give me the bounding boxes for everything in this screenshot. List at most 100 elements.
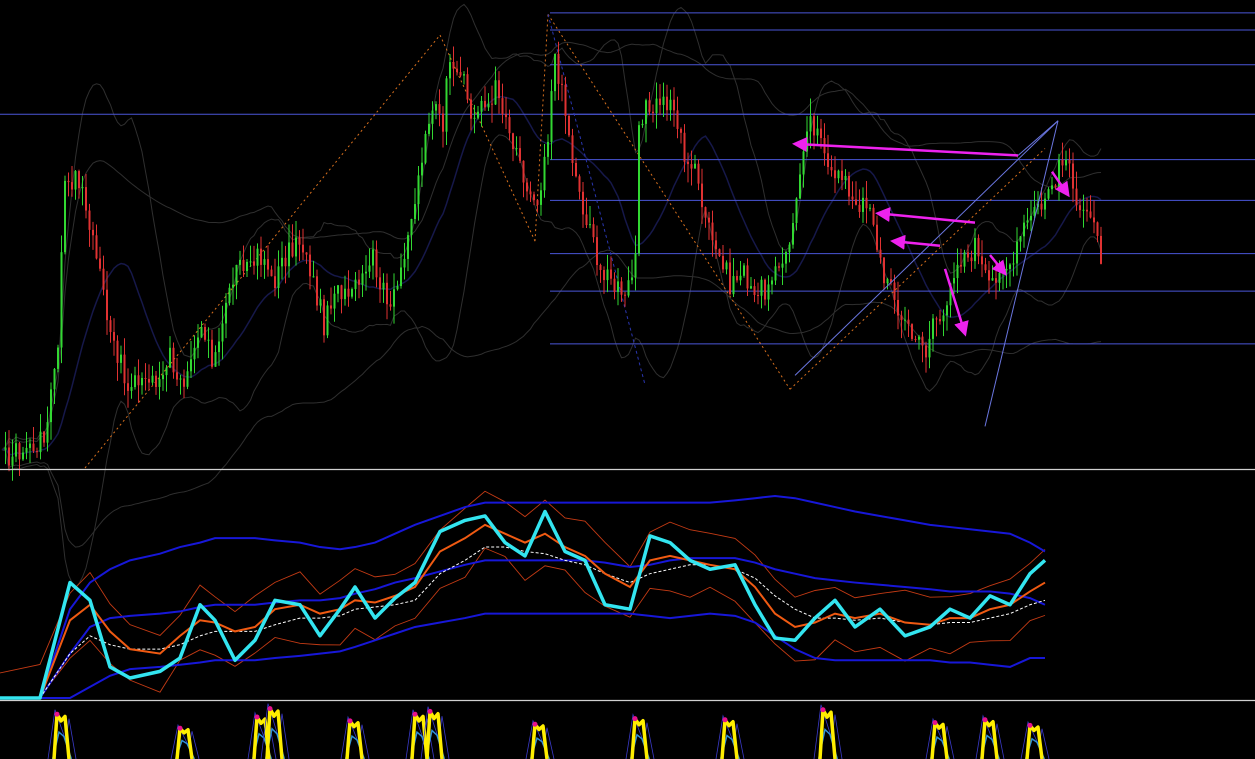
candle-body xyxy=(911,324,913,339)
candle-body xyxy=(417,175,420,205)
candle-body xyxy=(568,116,570,136)
candle-body xyxy=(1016,241,1018,264)
candle-body xyxy=(946,305,948,316)
candle-body xyxy=(575,163,577,177)
candle-body xyxy=(655,98,658,114)
candle-body xyxy=(74,171,77,190)
candle-body xyxy=(144,377,147,379)
candle-body xyxy=(473,117,476,119)
candle-body xyxy=(246,261,248,271)
candle-body xyxy=(232,284,234,288)
candle-body xyxy=(424,133,427,163)
candle-body xyxy=(347,288,350,297)
candle-body xyxy=(235,264,238,285)
candle-body xyxy=(512,133,514,150)
candle-body xyxy=(393,289,395,307)
candle-body xyxy=(291,242,294,257)
candle-body xyxy=(498,80,500,99)
candle-body xyxy=(365,271,367,274)
peak-highlight-dot xyxy=(932,720,938,726)
candle-body xyxy=(585,214,588,226)
candle-body xyxy=(918,336,920,340)
candle-body xyxy=(218,341,220,353)
candle-body xyxy=(802,151,805,175)
candle-body xyxy=(15,443,17,457)
candle-body xyxy=(680,128,682,133)
candle-body xyxy=(494,80,497,105)
candle-body xyxy=(137,375,140,386)
candle-body xyxy=(298,237,301,245)
candle-body xyxy=(438,104,441,114)
candle-body xyxy=(533,194,535,201)
candle-body xyxy=(687,161,689,165)
candle-body xyxy=(123,354,126,384)
candle-body xyxy=(666,96,668,111)
candle-body xyxy=(326,305,329,336)
candle-body xyxy=(368,265,371,272)
candle-body xyxy=(421,162,423,176)
candle-body xyxy=(1089,211,1092,218)
peak-highlight-dot xyxy=(982,717,988,723)
candle-body xyxy=(263,259,266,265)
candle-body xyxy=(1082,209,1085,211)
candle-body xyxy=(8,447,10,466)
candle-body xyxy=(617,281,619,292)
candle-body xyxy=(893,282,896,300)
candle-body xyxy=(1019,236,1022,242)
candle-body xyxy=(991,278,994,281)
candle-body xyxy=(1086,209,1088,212)
candle-body xyxy=(92,229,94,236)
candle-body xyxy=(603,270,605,281)
candle-body xyxy=(795,198,798,224)
candle-body xyxy=(53,368,56,390)
candle-body xyxy=(830,166,833,171)
candle-body xyxy=(120,354,122,363)
candle-body xyxy=(1075,188,1078,206)
candle-body xyxy=(449,62,451,79)
candle-body xyxy=(841,170,843,181)
candle-body xyxy=(400,267,402,287)
candle-body xyxy=(536,200,539,205)
candle-body xyxy=(736,276,738,281)
candle-body xyxy=(71,182,73,190)
candle-body xyxy=(729,262,731,295)
candle-body xyxy=(907,319,910,325)
candle-body xyxy=(701,183,703,208)
candle-body xyxy=(316,276,318,306)
candle-body xyxy=(638,125,640,254)
peak-highlight-dot xyxy=(254,714,260,720)
candle-body xyxy=(683,132,686,162)
candle-body xyxy=(564,84,567,117)
candle-body xyxy=(344,288,346,300)
candle-body xyxy=(753,286,756,295)
candle-body xyxy=(750,286,752,289)
candle-body xyxy=(183,378,185,387)
candle-body xyxy=(764,279,766,300)
candle-body xyxy=(466,74,469,100)
candle-body xyxy=(141,377,143,386)
peak-highlight-dot xyxy=(632,716,638,722)
candle-body xyxy=(578,176,581,192)
candle-body xyxy=(389,304,392,307)
candle-body xyxy=(288,242,290,267)
candle-body xyxy=(225,302,227,324)
candle-body xyxy=(792,223,794,245)
candle xyxy=(60,235,63,364)
candle-body xyxy=(319,299,322,306)
candle-body xyxy=(333,293,336,309)
candle-body xyxy=(662,96,665,105)
candle-body xyxy=(862,197,864,212)
candle-body xyxy=(295,237,297,257)
peak-highlight-dot xyxy=(347,718,353,724)
candle-body xyxy=(435,104,437,111)
candle-body xyxy=(561,83,563,85)
candle-body xyxy=(379,277,381,290)
candle-body xyxy=(407,235,409,259)
candle-body xyxy=(1044,198,1046,210)
candle-body xyxy=(148,378,150,383)
candle-body xyxy=(837,170,840,179)
candle-body xyxy=(921,336,924,346)
candle-body xyxy=(305,252,308,255)
candle-body xyxy=(57,347,59,369)
candle-body xyxy=(540,190,542,205)
